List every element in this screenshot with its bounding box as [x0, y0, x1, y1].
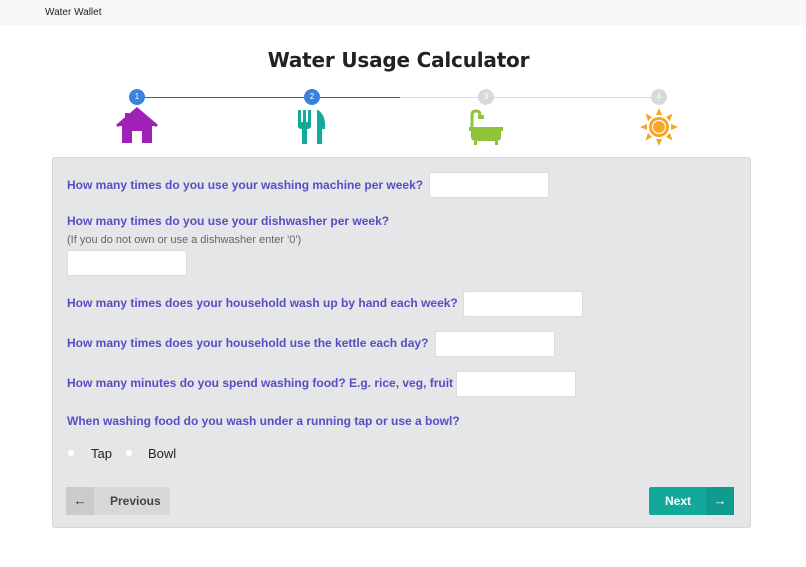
dishwasher-hint: (If you do not own or use a dishwasher e…: [67, 234, 302, 246]
hand-wash-question: How many times does your household wash …: [67, 296, 458, 310]
step-connector-upcoming: [400, 97, 660, 98]
washing-food-input[interactable]: [456, 371, 576, 397]
bathtub-icon: [469, 109, 503, 145]
hand-wash-input[interactable]: [463, 291, 583, 317]
step-4-dot[interactable]: 4: [651, 89, 667, 105]
next-button[interactable]: Next →: [649, 487, 734, 515]
fork-knife-icon: [298, 110, 326, 144]
tap-radio[interactable]: [67, 449, 75, 457]
step-2-dot[interactable]: 2: [304, 89, 320, 105]
dishwasher-input[interactable]: [67, 250, 187, 276]
kettle-input[interactable]: [435, 331, 555, 357]
tap-or-bowl-question: When washing food do you wash under a ru…: [67, 414, 460, 428]
arrow-left-icon: ←: [66, 487, 94, 515]
washing-machine-question: How many times do you use your washing m…: [67, 178, 424, 192]
sun-icon: [640, 108, 678, 146]
bowl-radio[interactable]: [125, 449, 133, 457]
previous-button-label: Previous: [110, 494, 161, 508]
kettle-question: How many times does your household use t…: [67, 336, 429, 350]
next-button-label: Next: [665, 494, 692, 508]
step-3-dot[interactable]: 3: [478, 89, 494, 105]
arrow-right-icon: →: [706, 487, 734, 515]
dishwasher-question: How many times do you use your dishwashe…: [67, 214, 390, 228]
washing-machine-input[interactable]: [429, 172, 549, 198]
previous-button[interactable]: ← Previous: [66, 487, 170, 515]
progress-stepper: 1 2 3 4: [0, 0, 806, 150]
bowl-radio-label[interactable]: Bowl: [148, 446, 176, 461]
step-connector-progress: [312, 97, 400, 98]
step-connector-done: [137, 97, 312, 98]
home-icon: [116, 107, 158, 143]
washing-food-question: How many minutes do you spend washing fo…: [67, 376, 454, 390]
step-1-dot[interactable]: 1: [129, 89, 145, 105]
tap-radio-label[interactable]: Tap: [91, 446, 112, 461]
